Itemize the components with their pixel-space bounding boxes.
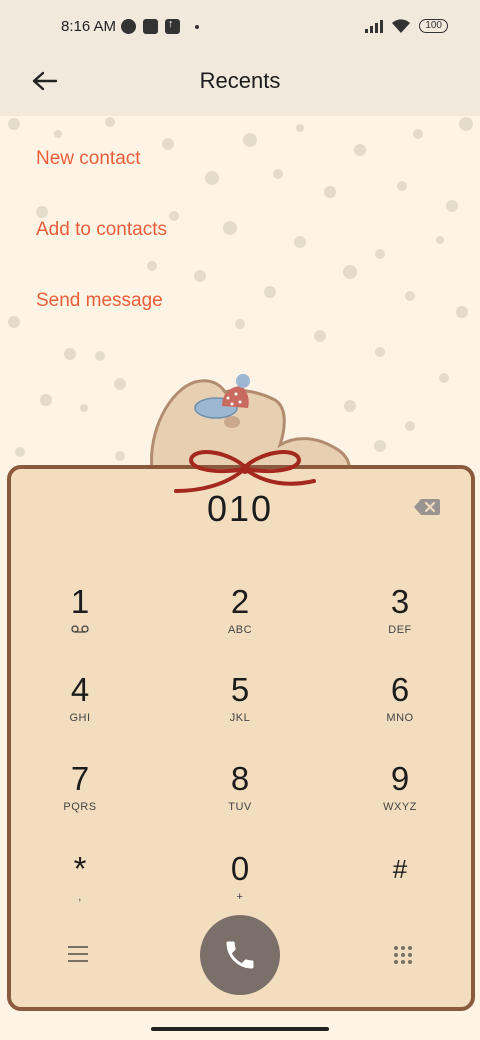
key-hash[interactable]: # (340, 850, 460, 930)
phone-icon (226, 941, 254, 969)
keypad-grid-icon[interactable] (393, 945, 413, 965)
call-button[interactable] (200, 915, 280, 995)
upload-icon (165, 18, 180, 34)
page-title: Recents (199, 68, 281, 93)
signal-icon (365, 19, 384, 33)
battery-icon: 100 (419, 19, 448, 33)
app-notification-icon (121, 19, 136, 34)
backspace-icon[interactable] (414, 498, 440, 516)
system-icons: 100 (365, 18, 448, 34)
key-9[interactable]: 9 WXYZ (340, 760, 460, 840)
key-1[interactable]: 1 (20, 583, 140, 663)
notification-icons (121, 18, 199, 34)
key-star[interactable]: * , (20, 850, 140, 930)
key-3[interactable]: 3 DEF (340, 583, 460, 663)
key-8[interactable]: 8 TUV (180, 760, 300, 840)
wifi-icon (392, 19, 411, 33)
key-6[interactable]: 6 MNO (340, 671, 460, 751)
key-5[interactable]: 5 JKL (180, 671, 300, 751)
key-4[interactable]: 4 GHI (20, 671, 140, 751)
new-contact-link[interactable]: New contact (36, 148, 141, 170)
status-time: 8:16 AM (61, 18, 117, 35)
home-indicator[interactable] (151, 1027, 329, 1031)
voicemail-icon (71, 625, 89, 633)
square-notification-icon (143, 19, 158, 34)
menu-icon[interactable] (68, 946, 88, 964)
send-message-link[interactable]: Send message (36, 290, 163, 312)
key-2[interactable]: 2 ABC (180, 583, 300, 663)
key-7[interactable]: 7 PQRS (20, 760, 140, 840)
add-to-contacts-link[interactable]: Add to contacts (36, 219, 167, 241)
dialed-number: 010 (206, 488, 274, 529)
app-header: Recents (0, 56, 480, 116)
more-notifications-icon (195, 24, 199, 29)
status-bar: 8:16 AM 100 (0, 0, 480, 56)
